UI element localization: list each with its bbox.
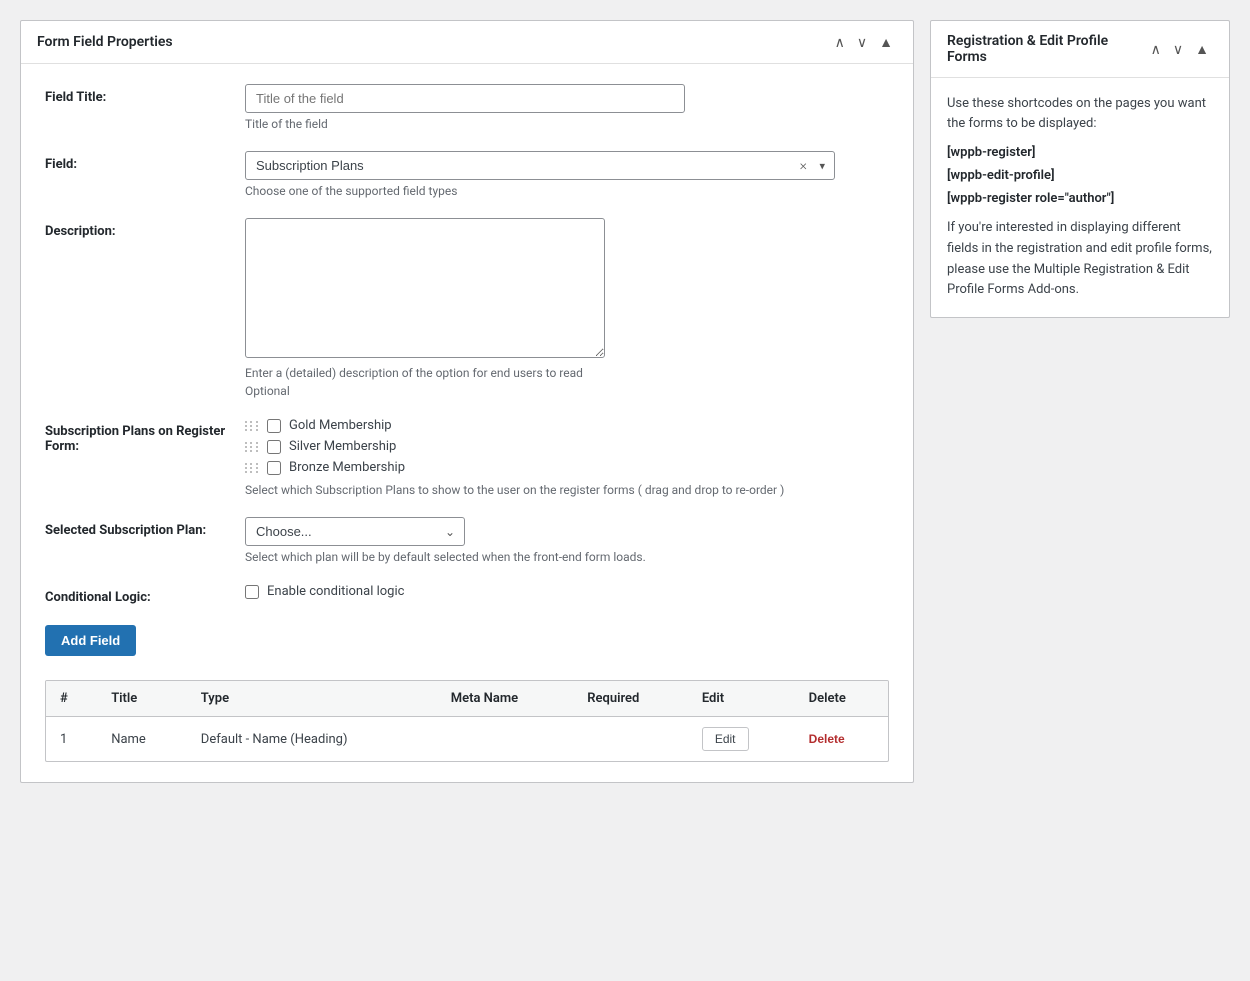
silver-membership-checkbox[interactable] (267, 440, 281, 454)
collapse-toggle-button[interactable]: ▲ (875, 33, 897, 51)
main-panel-header: Form Field Properties ∧ ∨ ▲ (21, 21, 913, 64)
drag-handle-silver[interactable] (245, 442, 259, 452)
field-title-control: Title of the field (245, 84, 889, 131)
collapse-down-button[interactable]: ∨ (853, 33, 871, 51)
cell-number: 1 (46, 717, 97, 762)
cell-delete[interactable]: Delete (795, 717, 888, 762)
list-item: Bronze Membership (245, 460, 889, 475)
col-number: # (46, 681, 97, 717)
cell-required (573, 717, 688, 762)
fields-table-section: # Title Type Meta Name Required Edit Del… (45, 680, 889, 762)
col-required: Required (573, 681, 688, 717)
field-title-label: Field Title: (45, 84, 245, 105)
bronze-membership-label: Bronze Membership (289, 460, 405, 475)
field-title-hint: Title of the field (245, 117, 889, 131)
conditional-logic-inner: Enable conditional logic (245, 584, 889, 599)
conditional-logic-label: Conditional Logic: (45, 584, 245, 605)
cell-meta (437, 717, 574, 762)
table-header-row: # Title Type Meta Name Required Edit Del… (46, 681, 888, 717)
side-panel-header: Registration & Edit Profile Forms ∧ ∨ ▲ (931, 21, 1229, 78)
side-note: If you're interested in displaying diffe… (947, 218, 1213, 301)
subscription-plans-list: Gold Membership Silver Membership (245, 418, 889, 475)
gold-membership-label: Gold Membership (289, 418, 392, 433)
field-row: Field: Subscription Plans × ▾ Choose one… (45, 151, 889, 198)
col-edit: Edit (688, 681, 795, 717)
shortcode-2: [wppb-edit-profile] (947, 168, 1213, 183)
description-textarea[interactable] (245, 218, 605, 358)
subscription-plans-label: Subscription Plans on Register Form: (45, 418, 245, 454)
description-control: Enter a (detailed) description of the op… (245, 218, 889, 398)
field-title-row: Field Title: Title of the field (45, 84, 889, 131)
conditional-logic-control: Enable conditional logic (245, 584, 889, 599)
list-item: Gold Membership (245, 418, 889, 433)
drag-handle-gold[interactable] (245, 421, 259, 431)
main-panel: Form Field Properties ∧ ∨ ▲ Field Title:… (20, 20, 914, 783)
description-hint-2: Optional (245, 384, 889, 398)
shortcode-1: [wppb-register] (947, 145, 1213, 160)
delete-button[interactable]: Delete (809, 732, 845, 746)
add-field-button[interactable]: Add Field (45, 625, 136, 656)
col-type: Type (187, 681, 437, 717)
description-row: Description: Enter a (detailed) descript… (45, 218, 889, 398)
side-panel-title: Registration & Edit Profile Forms (947, 33, 1147, 65)
shortcode-3: [wppb-register role="author"] (947, 191, 1213, 206)
cell-type: Default - Name (Heading) (187, 717, 437, 762)
field-select-clear-icon[interactable]: × (800, 158, 807, 174)
field-label: Field: (45, 151, 245, 172)
field-hint: Choose one of the supported field types (245, 184, 889, 198)
side-collapse-up-button[interactable]: ∧ (1147, 40, 1165, 58)
selected-plan-label: Selected Subscription Plan: (45, 517, 245, 538)
description-label: Description: (45, 218, 245, 239)
main-panel-title: Form Field Properties (37, 34, 173, 50)
side-collapse-toggle-button[interactable]: ▲ (1191, 40, 1213, 58)
gold-membership-checkbox[interactable] (267, 419, 281, 433)
silver-membership-label: Silver Membership (289, 439, 396, 454)
choose-select-wrapper: Choose... ⌄ (245, 517, 465, 546)
selected-plan-row: Selected Subscription Plan: Choose... ⌄ … (45, 517, 889, 564)
description-hint-1: Enter a (detailed) description of the op… (245, 366, 889, 380)
selected-plan-select[interactable]: Choose... (245, 517, 465, 546)
conditional-logic-row: Conditional Logic: Enable conditional lo… (45, 584, 889, 605)
drag-handle-bronze[interactable] (245, 463, 259, 473)
subscription-plans-row: Subscription Plans on Register Form: Gol… (45, 418, 889, 497)
field-select-wrapper: Subscription Plans × ▾ (245, 151, 835, 180)
edit-button[interactable]: Edit (702, 727, 749, 751)
side-panel-body: Use these shortcodes on the pages you wa… (931, 78, 1229, 317)
main-header-controls: ∧ ∨ ▲ (831, 33, 897, 51)
side-panel: Registration & Edit Profile Forms ∧ ∨ ▲ … (930, 20, 1230, 318)
field-control: Subscription Plans × ▾ Choose one of the… (245, 151, 889, 198)
side-collapse-down-button[interactable]: ∨ (1169, 40, 1187, 58)
cell-edit[interactable]: Edit (688, 717, 795, 762)
conditional-logic-checkbox-label: Enable conditional logic (267, 584, 404, 599)
col-title: Title (97, 681, 187, 717)
main-panel-body: Field Title: Title of the field Field: S… (21, 64, 913, 782)
selected-plan-hint: Select which plan will be by default sel… (245, 550, 889, 564)
side-header-controls: ∧ ∨ ▲ (1147, 40, 1213, 58)
subscription-hint: Select which Subscription Plans to show … (245, 483, 889, 497)
field-select[interactable]: Subscription Plans (245, 151, 835, 180)
fields-table: # Title Type Meta Name Required Edit Del… (46, 681, 888, 761)
conditional-logic-checkbox[interactable] (245, 585, 259, 599)
collapse-up-button[interactable]: ∧ (831, 33, 849, 51)
side-intro: Use these shortcodes on the pages you wa… (947, 94, 1213, 133)
selected-plan-control: Choose... ⌄ Select which plan will be by… (245, 517, 889, 564)
field-title-input[interactable] (245, 84, 685, 113)
subscription-plans-control: Gold Membership Silver Membership (245, 418, 889, 497)
list-item: Silver Membership (245, 439, 889, 454)
col-delete: Delete (795, 681, 888, 717)
cell-title: Name (97, 717, 187, 762)
bronze-membership-checkbox[interactable] (267, 461, 281, 475)
col-meta: Meta Name (437, 681, 574, 717)
table-row: 1 Name Default - Name (Heading) Edit Del… (46, 717, 888, 762)
